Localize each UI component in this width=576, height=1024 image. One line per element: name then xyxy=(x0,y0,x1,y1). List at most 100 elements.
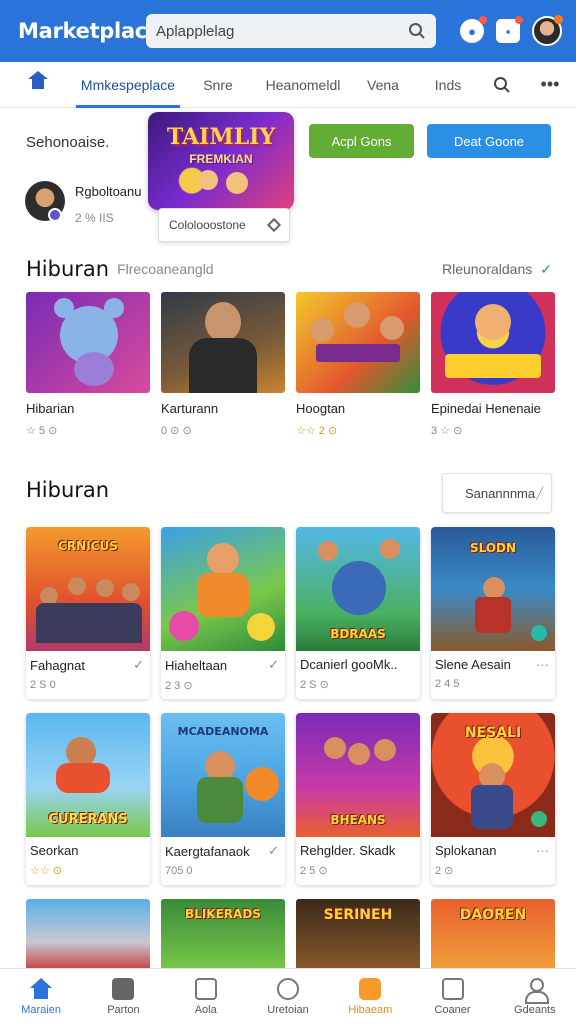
more-icon[interactable]: ··· xyxy=(536,657,549,672)
game-thumbnail[interactable]: BLIKERADS xyxy=(161,899,285,971)
bottom-nav-aola[interactable]: Aola xyxy=(165,969,247,1024)
game-thumbnail[interactable]: SERINEH xyxy=(296,899,420,971)
home-icon xyxy=(30,977,53,1000)
hero-section: Sehonoaise. TAIMLIY FREMKIAN Cololooosto… xyxy=(0,108,576,248)
game-thumbnail: CURERANS xyxy=(26,713,150,837)
bottom-nav-hibaeam[interactable]: Hibaeam xyxy=(329,969,411,1024)
game-card[interactable]: BHEANS Rehglder. Skadk 2 5 ⊙ xyxy=(296,713,420,885)
game-name: Slene Aesain xyxy=(435,657,511,672)
check-icon[interactable]: ✓ xyxy=(133,657,144,673)
game-thumbnail xyxy=(161,292,285,393)
game-thumbnail xyxy=(161,527,285,651)
tab-home[interactable] xyxy=(0,62,76,108)
game-meta: 2 S ⊙ xyxy=(300,679,329,691)
diamond-icon xyxy=(266,217,282,233)
section-title: Hiburan xyxy=(26,478,110,502)
tab-label: Vena xyxy=(367,76,399,93)
game-meta: 2 S 0 xyxy=(30,679,56,691)
star-icon xyxy=(359,977,382,1000)
game-thumbnail xyxy=(26,292,150,393)
game-meta: 2 5 ⊙ xyxy=(300,865,328,877)
search-icon xyxy=(409,23,425,39)
thumbnail-text: BDRAAS xyxy=(330,627,386,641)
user-summary[interactable]: Rgboltoanu 2 % IIS xyxy=(25,181,142,225)
game-name: Hiaheltaan xyxy=(165,657,228,673)
user-meta: 2 % IIS xyxy=(75,211,114,225)
game-name: Seorkan xyxy=(30,843,79,858)
hero-label: Sehonoaise. xyxy=(26,134,110,151)
bottom-nav-label: Hibaeam xyxy=(348,1003,393,1016)
search-tab-button[interactable] xyxy=(480,62,524,108)
sort-dropdown[interactable]: Sanannnma ╱ xyxy=(442,473,552,513)
featured-row: Hibarian ☆ 5 ⊙ Karturann 0 ⊙ ⊙ Hoogtan ☆… xyxy=(26,292,555,437)
promo-subtitle: FREMKIAN xyxy=(189,152,253,166)
tab-inds[interactable]: Inds xyxy=(416,62,480,108)
game-card[interactable]: Karturann 0 ⊙ ⊙ xyxy=(161,292,285,437)
bottom-nav-label: Aola xyxy=(194,1003,217,1016)
bottom-nav-coaner[interactable]: Coaner xyxy=(411,969,493,1024)
thumbnail-text: MCADEANOMA xyxy=(177,725,269,738)
game-name: Hoogtan xyxy=(296,401,346,416)
game-card[interactable]: MCADEANOMA Kaergtafanaok ✓ 705 0 xyxy=(161,713,285,885)
game-card[interactable]: Hiaheltaan ✓ 2 3 ⊙ xyxy=(161,527,285,699)
secondary-action-button[interactable]: Deat Goone xyxy=(427,124,551,158)
bottom-nav-home[interactable]: Maraien xyxy=(0,969,82,1024)
game-meta: ☆ 5 ⊙ xyxy=(26,425,58,437)
promo-banner[interactable]: TAIMLIY FREMKIAN xyxy=(148,112,294,210)
bottom-nav-parton[interactable]: Parton xyxy=(82,969,164,1024)
game-thumbnail[interactable] xyxy=(26,899,150,971)
game-meta: ☆☆ ⊙ xyxy=(30,865,62,877)
more-icon[interactable]: ··· xyxy=(536,843,549,858)
thumbnail-text: CURERANS xyxy=(48,812,128,827)
promo-card-label: Cololooostone xyxy=(169,218,246,232)
bottom-nav-uretoian[interactable]: Uretoian xyxy=(247,969,329,1024)
tab-vena[interactable]: Vena xyxy=(350,62,416,108)
game-thumbnail: MCADEANOMA xyxy=(161,713,285,837)
chevron-down-icon: ✓ xyxy=(540,260,552,277)
bottom-nav-label: Maraien xyxy=(21,1003,62,1016)
tab-store[interactable]: Snre xyxy=(180,62,256,108)
search-input[interactable]: Aplapplelag xyxy=(146,14,436,48)
game-thumbnail: CRNICUS xyxy=(26,527,150,651)
game-card[interactable]: Hibarian ☆ 5 ⊙ xyxy=(26,292,150,437)
see-all-link[interactable]: Rleunoraldans ✓ xyxy=(442,261,552,278)
tab-label: Mmkespeplace xyxy=(80,76,176,93)
game-meta: 3 ☆ ⊙ xyxy=(431,425,463,437)
check-icon[interactable]: ✓ xyxy=(268,843,279,859)
notification-icon[interactable]: ▪ xyxy=(496,16,523,43)
check-icon[interactable]: ✓ xyxy=(268,657,279,673)
primary-action-button[interactable]: Acpl Gons xyxy=(309,124,414,158)
game-thumbnail: NESALI xyxy=(431,713,555,837)
game-name: Hibarian xyxy=(26,401,75,416)
game-thumbnail xyxy=(296,292,420,393)
partial-row: BLIKERADS SERINEH DAOREN xyxy=(26,899,555,971)
section-title: Hiburan xyxy=(26,257,110,281)
game-card[interactable]: Hoogtan ☆☆ 2 ⊙ xyxy=(296,292,420,437)
thumbnail-text: SERINEH xyxy=(323,907,393,923)
profile-avatar[interactable] xyxy=(532,15,563,46)
search-placeholder: Aplapplelag xyxy=(156,22,235,40)
nav-tabs: Mmkespeplace Snre Heanomeldl Vena Inds •… xyxy=(0,62,576,108)
game-card[interactable]: Epinedai Henenaie 3 ☆ ⊙ xyxy=(431,292,555,437)
game-thumbnail: SLODN xyxy=(431,527,555,651)
game-card[interactable]: BDRAAS Dcanierl gooMk.. 2 S ⊙ xyxy=(296,527,420,699)
app-title: Marketplace xyxy=(18,19,161,43)
game-name: Dcanierl gooMk.. xyxy=(300,657,398,672)
game-controller-icon[interactable]: ● xyxy=(460,16,487,43)
user-avatar xyxy=(25,181,65,222)
promo-card[interactable]: Cololooostone xyxy=(158,208,290,242)
game-card[interactable]: NESALI Splokanan ··· 2 ⊙ xyxy=(431,713,555,885)
tab-media[interactable]: Heanomeldl xyxy=(256,62,350,108)
game-card[interactable]: CRNICUS Fahagnat ✓ 2 S 0 xyxy=(26,527,150,699)
game-thumbnail: BHEANS xyxy=(296,713,420,837)
game-thumbnail[interactable]: DAOREN xyxy=(431,899,555,971)
more-options-icon[interactable]: ••• xyxy=(524,62,576,108)
game-card[interactable]: SLODN Slene Aesain ··· 2 4 5 xyxy=(431,527,555,699)
section-header: Hiburan xyxy=(26,478,426,502)
top-app-bar: Marketplace Aplapplelag ● ▪ xyxy=(0,0,576,62)
bottom-nav-gdeants[interactable]: Gdeants xyxy=(494,969,576,1024)
tab-label: Heanomeldl xyxy=(265,76,341,93)
game-card[interactable]: CURERANS Seorkan ☆☆ ⊙ xyxy=(26,713,150,885)
tab-marketplace[interactable]: Mmkespeplace xyxy=(76,62,180,108)
thumbnail-text: SLODN xyxy=(469,541,517,555)
